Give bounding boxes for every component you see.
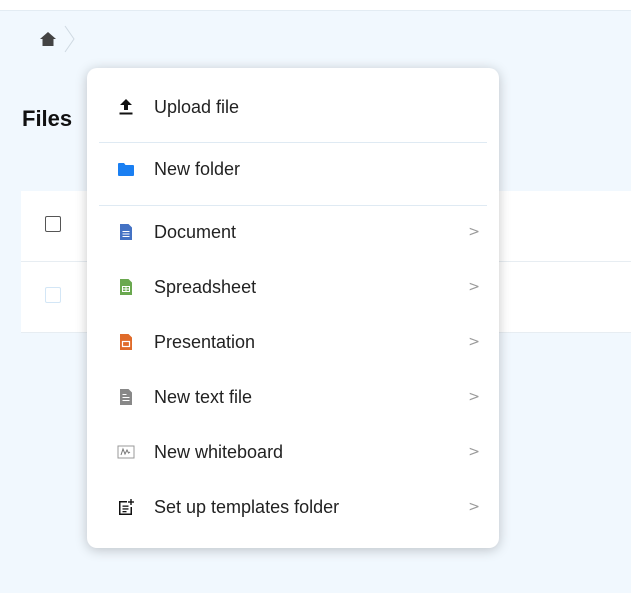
menu-item-label: Spreadsheet bbox=[154, 276, 257, 297]
menu-item-set-up-templates-folder[interactable]: Set up templates folder > bbox=[87, 481, 499, 533]
breadcrumb-separator-icon bbox=[64, 25, 75, 53]
menu-item-presentation[interactable]: Presentation > bbox=[87, 316, 499, 368]
menu-item-label: Document bbox=[154, 221, 237, 242]
row-checkbox[interactable] bbox=[45, 287, 61, 303]
folder-icon bbox=[117, 160, 135, 178]
top-bar bbox=[0, 0, 631, 11]
menu-item-document[interactable]: Document > bbox=[87, 206, 499, 258]
menu-item-label: New whiteboard bbox=[154, 441, 284, 462]
chevron-right-icon: > bbox=[468, 444, 480, 460]
select-all-checkbox[interactable] bbox=[45, 216, 61, 232]
menu-item-new-text-file[interactable]: New text file > bbox=[87, 371, 499, 423]
menu-item-label: Presentation bbox=[154, 331, 256, 352]
menu-item-label: New folder bbox=[154, 158, 241, 179]
breadcrumb bbox=[36, 24, 78, 54]
new-file-menu: Upload file New folder Document > Spread… bbox=[87, 68, 499, 548]
chevron-right-icon: > bbox=[468, 279, 480, 295]
page-title: Files bbox=[22, 106, 73, 131]
chevron-right-icon: > bbox=[468, 499, 480, 515]
upload-icon bbox=[117, 98, 135, 116]
home-icon[interactable] bbox=[36, 27, 60, 51]
chevron-right-icon: > bbox=[468, 224, 480, 240]
menu-item-new-folder[interactable]: New folder bbox=[87, 143, 499, 195]
menu-item-new-whiteboard[interactable]: New whiteboard > bbox=[87, 426, 499, 478]
spreadsheet-icon bbox=[117, 278, 135, 296]
menu-item-label: New text file bbox=[154, 386, 253, 407]
document-icon bbox=[117, 223, 135, 241]
presentation-icon bbox=[117, 333, 135, 351]
whiteboard-icon bbox=[117, 443, 135, 461]
menu-item-spreadsheet[interactable]: Spreadsheet > bbox=[87, 261, 499, 313]
menu-item-label: Upload file bbox=[154, 96, 240, 117]
menu-item-upload-file[interactable]: Upload file bbox=[87, 81, 499, 133]
chevron-right-icon: > bbox=[468, 334, 480, 350]
chevron-right-icon: > bbox=[468, 389, 480, 405]
menu-item-label: Set up templates folder bbox=[154, 496, 340, 517]
templates-icon bbox=[117, 498, 135, 516]
text-file-icon bbox=[117, 388, 135, 406]
